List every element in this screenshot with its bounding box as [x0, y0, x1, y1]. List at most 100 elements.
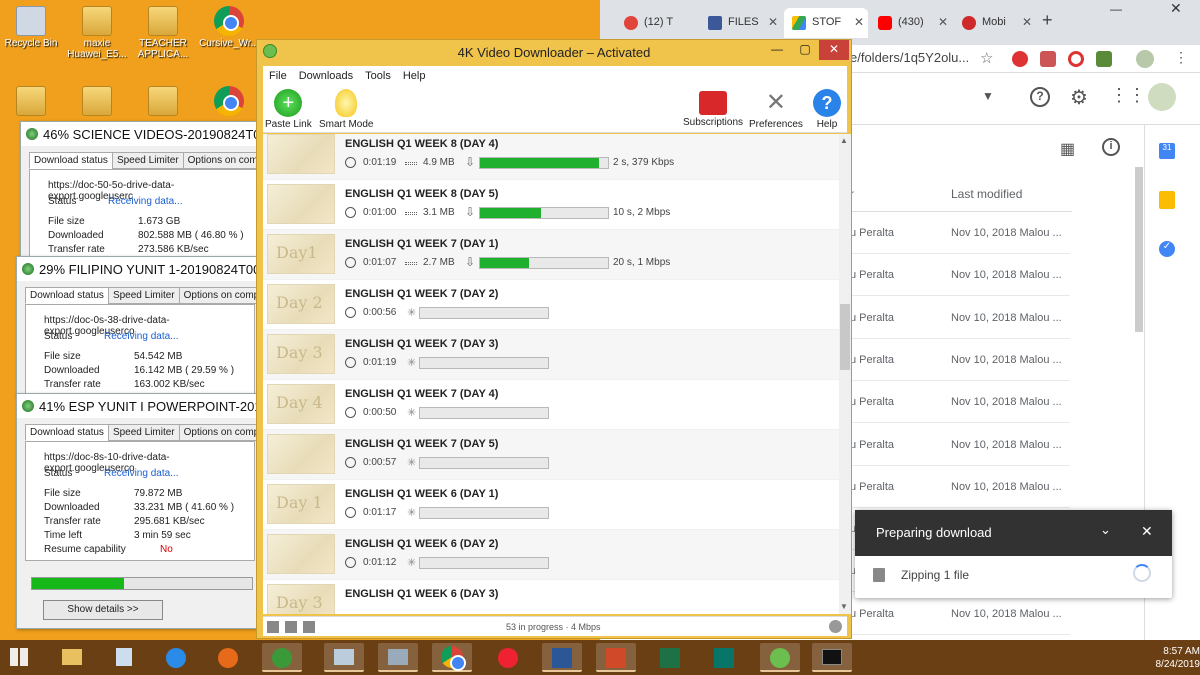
scrollbar[interactable]: ▲ ▼: [839, 134, 851, 614]
download-item[interactable]: Day1 ENGLISH Q1 WEEK 7 (DAY 1) 0:01:07 2.7 …: [263, 230, 839, 280]
taskbar-ie[interactable]: [156, 643, 196, 672]
calendar-icon[interactable]: 31: [1159, 143, 1175, 159]
chrome-tab[interactable]: (430) ✕: [870, 8, 952, 38]
desktop-icon-folder[interactable]: [66, 86, 128, 118]
drive-file-row[interactable]: u Peralta Nov 10, 2018 Malou ...: [850, 297, 1070, 339]
close-tab-icon[interactable]: ✕: [768, 15, 778, 29]
chrome-tab-active[interactable]: STOF ✕: [784, 8, 868, 38]
grid-view-icon[interactable]: ▦: [1060, 139, 1075, 159]
extension-icon[interactable]: [1040, 51, 1056, 67]
taskbar-firefox[interactable]: [208, 643, 248, 672]
profile-avatar[interactable]: [1136, 50, 1154, 68]
scrollbar[interactable]: [1135, 167, 1143, 332]
desktop-icon-maxie-huawei[interactable]: maxie Huawei_E5...: [66, 6, 128, 60]
taskbar-excel[interactable]: [650, 643, 690, 672]
desktop-icon-folder[interactable]: [132, 86, 194, 118]
drive-file-row[interactable]: u Peralta Nov 10, 2018 Malou ...: [850, 339, 1070, 381]
tab-download-status[interactable]: Download status: [29, 152, 113, 169]
drive-file-row[interactable]: u Peralta Nov 10, 2018 Malou ...: [850, 254, 1070, 297]
smart-mode-button[interactable]: Smart Mode: [319, 89, 373, 130]
new-tab-icon[interactable]: +: [1042, 10, 1053, 31]
desktop-icon-teacher-applica[interactable]: TEACHER APPLICA...: [132, 6, 194, 60]
subscriptions-button[interactable]: Subscriptions: [683, 89, 743, 128]
desktop-icon-folder[interactable]: [0, 86, 62, 118]
taskbar-word[interactable]: [542, 643, 582, 672]
minimize-button[interactable]: —: [763, 40, 791, 60]
chrome-tab[interactable]: Mobi ✕: [954, 8, 1036, 38]
taskbar-task-manager[interactable]: [324, 643, 364, 672]
keep-icon[interactable]: [1159, 191, 1175, 209]
taskbar-publisher[interactable]: [704, 643, 744, 672]
account-avatar[interactable]: [1148, 83, 1176, 111]
taskbar-powerpoint[interactable]: [596, 643, 636, 672]
taskbar-4k-video-downloader[interactable]: [760, 643, 800, 672]
minimize-icon[interactable]: —: [1110, 2, 1122, 16]
column-last-modified-header[interactable]: Last modified: [951, 187, 1022, 201]
download-item[interactable]: Day 3 ENGLISH Q1 WEEK 6 (DAY 3): [263, 580, 839, 614]
download-item[interactable]: ENGLISH Q1 WEEK 6 (DAY 2) 0:01:12 ✳: [263, 530, 839, 580]
close-icon[interactable]: ✕: [1141, 523, 1153, 540]
menu-icon[interactable]: ⋮: [1174, 49, 1188, 66]
taskbar-chrome[interactable]: [432, 643, 472, 672]
download-item[interactable]: ENGLISH Q1 WEEK 7 (DAY 5) 0:00:57 ✳: [263, 430, 839, 480]
globe-icon[interactable]: [829, 620, 842, 633]
help-icon[interactable]: ?: [1030, 87, 1050, 107]
maximize-button[interactable]: ▢: [791, 40, 819, 60]
tab-download-status[interactable]: Download status: [25, 287, 109, 304]
info-icon[interactable]: i: [1102, 138, 1120, 156]
show-details-button[interactable]: Show details >>: [43, 600, 163, 620]
download-item[interactable]: Day 3 ENGLISH Q1 WEEK 7 (DAY 3) 0:01:19 ✳: [263, 330, 839, 380]
close-tab-icon[interactable]: ✕: [1022, 15, 1032, 29]
scroll-down-icon[interactable]: ▼: [840, 602, 848, 611]
tab-options[interactable]: Options on comp: [178, 287, 265, 304]
apps-grid-icon[interactable]: ⋮⋮: [1110, 85, 1146, 106]
close-button[interactable]: ✕: [819, 40, 849, 60]
gear-icon[interactable]: ⚙: [1070, 85, 1088, 110]
close-tab-icon[interactable]: ✕: [938, 15, 948, 29]
download-item[interactable]: ENGLISH Q1 WEEK 8 (DAY 4) 0:01:19 4.9 MB ⇩ 2…: [263, 134, 839, 180]
download-item[interactable]: Day 1 ENGLISH Q1 WEEK 6 (DAY 1) 0:01:17 ✳: [263, 480, 839, 530]
taskbar-psiphon[interactable]: [488, 643, 528, 672]
desktop-icon-chrome[interactable]: [198, 86, 260, 118]
scroll-up-icon[interactable]: ▲: [840, 136, 848, 145]
facebook-icon[interactable]: [267, 621, 279, 633]
desktop-icon-cursive[interactable]: Cursive_Wr...: [198, 6, 260, 49]
clock-date[interactable]: 8/24/2019: [1080, 659, 1200, 670]
tab-options[interactable]: Options on comp: [178, 424, 265, 441]
scrollbar-thumb[interactable]: [840, 304, 850, 370]
taskbar-network[interactable]: [378, 643, 418, 672]
twitter-icon[interactable]: [285, 621, 297, 633]
tab-options[interactable]: Options on com: [182, 152, 263, 169]
help-button[interactable]: ? Help: [813, 89, 841, 130]
search-options-icon[interactable]: ▼: [982, 89, 994, 103]
download-item[interactable]: Day 2 ENGLISH Q1 WEEK 7 (DAY 2) 0:00:56 ✳: [263, 280, 839, 330]
clock-time[interactable]: 8:57 AM: [1080, 646, 1200, 657]
chrome-tab[interactable]: (12) T: [616, 8, 698, 38]
taskbar-search[interactable]: [104, 643, 144, 672]
download-item[interactable]: Day 4 ENGLISH Q1 WEEK 7 (DAY 4) 0:00:50 ✳: [263, 380, 839, 430]
menu-tools[interactable]: Tools: [359, 66, 397, 82]
extension-icon[interactable]: [1068, 51, 1084, 67]
drive-file-row[interactable]: u Peralta Nov 10, 2018 Malou ...: [850, 466, 1070, 508]
extension-icon[interactable]: [1096, 51, 1112, 67]
tasks-icon[interactable]: ✓: [1159, 241, 1175, 257]
collapse-icon[interactable]: ⌄: [1100, 522, 1111, 538]
paste-link-button[interactable]: + Paste Link: [265, 89, 312, 130]
taskbar-file-explorer[interactable]: [52, 643, 92, 672]
download-item[interactable]: ENGLISH Q1 WEEK 8 (DAY 5) 0:01:00 3.1 MB ⇩ 1…: [263, 180, 839, 230]
drive-file-row[interactable]: u Peralta Nov 10, 2018 Malou ...: [850, 424, 1070, 466]
extension-icon[interactable]: [1012, 51, 1028, 67]
taskbar-command-prompt[interactable]: [812, 643, 852, 672]
drive-file-row[interactable]: u Peralta Nov 10, 2018 Malou ...: [850, 212, 1070, 254]
menu-file[interactable]: File: [263, 66, 293, 82]
drive-file-row[interactable]: u Peralta Nov 10, 2018 Malou ...: [850, 593, 1070, 635]
menu-help[interactable]: Help: [397, 66, 432, 82]
tab-download-status[interactable]: Download status: [25, 424, 109, 441]
preferences-button[interactable]: ✕ Preferences: [749, 89, 803, 130]
drive-file-row[interactable]: u Peralta Nov 10, 2018 Malou ...: [850, 381, 1070, 424]
tab-speed-limiter[interactable]: Speed Limiter: [107, 287, 180, 304]
taskbar-idm[interactable]: [262, 643, 302, 672]
vimeo-icon[interactable]: [303, 621, 315, 633]
tab-speed-limiter[interactable]: Speed Limiter: [107, 424, 180, 441]
desktop-icon-recycle-bin[interactable]: Recycle Bin: [0, 6, 62, 49]
